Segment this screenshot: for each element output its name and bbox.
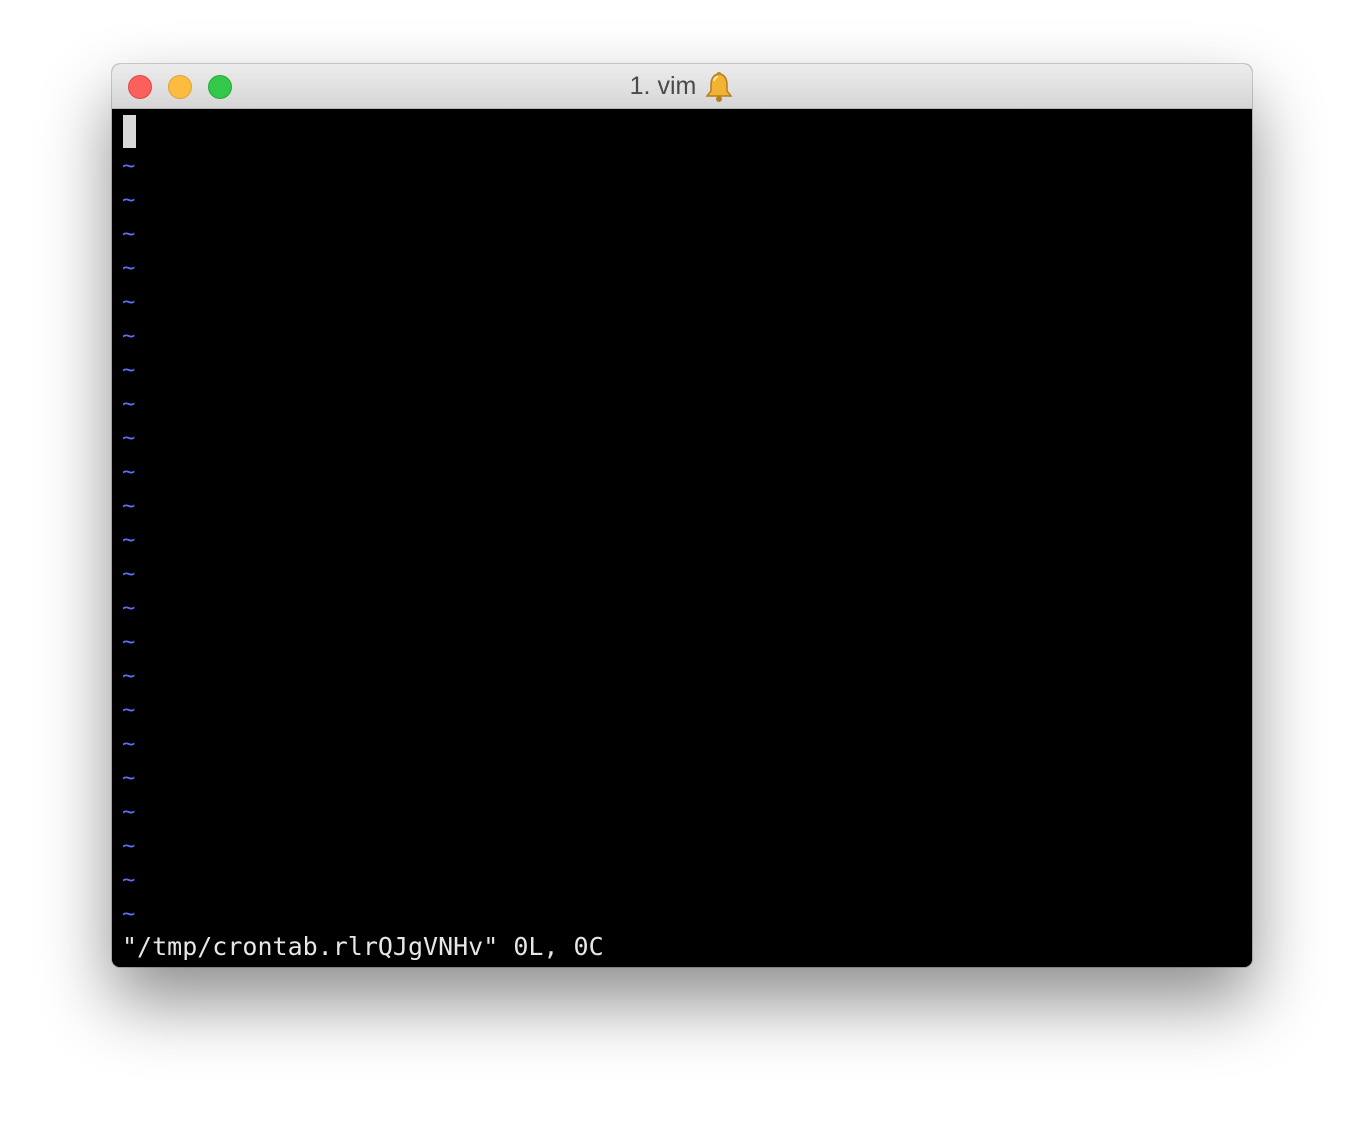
title-bar[interactable]: 1. vim (112, 64, 1252, 109)
window-title-text: 1. vim (629, 72, 697, 100)
text-cursor (123, 115, 136, 148)
empty-line-tilde: ~ (122, 562, 136, 587)
empty-line-tilde: ~ (122, 222, 136, 247)
empty-line-tilde: ~ (122, 630, 136, 655)
empty-line-tilde: ~ (122, 358, 136, 383)
empty-line-tilde: ~ (122, 664, 136, 689)
empty-line-tilde: ~ (122, 868, 136, 893)
empty-line-tilde: ~ (122, 800, 136, 825)
empty-line-tilde: ~ (122, 460, 136, 485)
empty-line-tilde: ~ (122, 902, 136, 927)
empty-line-tilde: ~ (122, 324, 136, 349)
bell-icon (704, 71, 734, 103)
empty-line-tilde: ~ (122, 426, 136, 451)
terminal-window: 1. vim "/tmp/crontab.rlrQJgVNHv" 0L, 0C … (112, 64, 1252, 967)
empty-line-tilde: ~ (122, 596, 136, 621)
window-title: 1. vim (112, 64, 1252, 109)
empty-line-tilde: ~ (122, 256, 136, 281)
empty-line-tilde: ~ (122, 188, 136, 213)
empty-line-tilde: ~ (122, 290, 136, 315)
empty-line-tilde: ~ (122, 528, 136, 553)
empty-line-tilde: ~ (122, 698, 136, 723)
empty-line-tilde: ~ (122, 766, 136, 791)
terminal-content[interactable]: "/tmp/crontab.rlrQJgVNHv" 0L, 0C ~ ~ ~ ~ ~ ~ ~… (112, 109, 1252, 967)
empty-line-tilde: ~ (122, 392, 136, 417)
empty-line-tilde: ~ (122, 732, 136, 757)
empty-line-tilde: ~ (122, 834, 136, 859)
empty-line-tilde: ~ (122, 494, 136, 519)
vim-status-message: "/tmp/crontab.rlrQJgVNHv" 0L, 0C (122, 932, 604, 961)
empty-line-tilde: ~ (122, 154, 136, 179)
